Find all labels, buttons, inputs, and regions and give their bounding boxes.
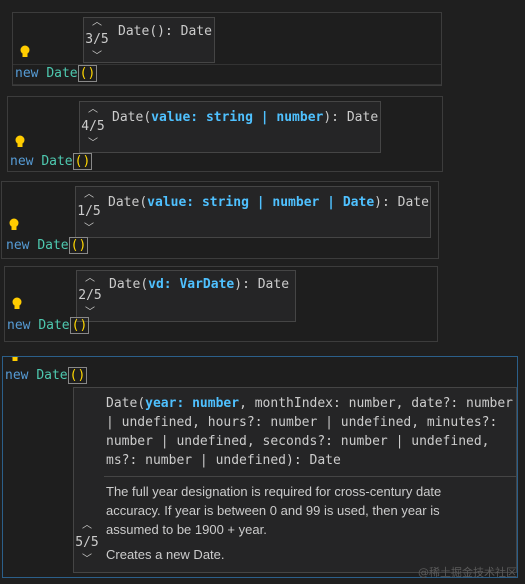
lightbulb-icon[interactable] bbox=[11, 297, 23, 311]
parameter-hints-popup: ︿ 2/5 ﹀ Date(vd: VarDate): Date bbox=[76, 270, 296, 322]
chevron-down-icon[interactable]: ﹀ bbox=[82, 554, 92, 566]
code-line[interactable]: new Date() bbox=[7, 317, 90, 335]
overload-counter: 1/5 bbox=[77, 204, 101, 219]
signature-text: Date(value: string | number): Date bbox=[112, 110, 379, 125]
overload-counter: 4/5 bbox=[81, 119, 105, 134]
overload-counter: 5/5 bbox=[75, 535, 99, 550]
parameter-hints-popup: ︿ 3/5 ﹀ Date(): Date bbox=[83, 17, 215, 63]
signature-text: Date(vd: VarDate): Date bbox=[109, 277, 290, 292]
chevron-down-icon[interactable]: ﹀ bbox=[84, 223, 94, 235]
code-line[interactable]: new Date() bbox=[15, 65, 98, 83]
parameter-hints-popup: ︿ 1/5 ﹀ Date(value: string | number | Da… bbox=[75, 186, 431, 238]
chevron-down-icon[interactable]: ﹀ bbox=[88, 138, 98, 150]
chevron-down-icon[interactable]: ﹀ bbox=[92, 51, 102, 63]
overload-counter: 2/5 bbox=[78, 288, 102, 303]
code-line[interactable]: new Date() bbox=[6, 237, 89, 255]
doc-summary: Creates a new Date. bbox=[106, 547, 225, 562]
documentation-text: The full year designation is required fo… bbox=[106, 482, 486, 564]
editor-panel-overload-1: ︿ 1/5 ﹀ Date(value: string | number | Da… bbox=[1, 181, 439, 259]
parameter-hints-popup: ︿ 5/5 ﹀ Date(year: number, monthIndex: n… bbox=[73, 387, 517, 573]
code-line[interactable]: new Date() bbox=[5, 367, 88, 385]
watermark: @稀土掘金技术社区 bbox=[418, 566, 517, 579]
signature-text: Date(): Date bbox=[118, 24, 212, 39]
code-line[interactable]: new Date() bbox=[10, 153, 93, 171]
signature-text: Date(year: number, monthIndex: number, d… bbox=[106, 396, 514, 468]
doc-param-description: The full year designation is required fo… bbox=[106, 484, 442, 537]
chevron-up-icon[interactable]: ︿ bbox=[84, 189, 94, 201]
editor-panel-overload-3: ︿ 3/5 ﹀ Date(): Date new Date() bbox=[12, 12, 442, 86]
chevron-up-icon[interactable]: ︿ bbox=[82, 520, 92, 532]
parameter-hints-popup: ︿ 4/5 ﹀ Date(value: string | number): Da… bbox=[79, 101, 381, 153]
editor-panel-overload-4: ︿ 4/5 ﹀ Date(value: string | number): Da… bbox=[7, 96, 443, 172]
lightbulb-icon[interactable] bbox=[14, 135, 26, 149]
lightbulb-icon[interactable] bbox=[9, 356, 21, 363]
editor-panel-overload-5: new Date() ︿ 5/5 ﹀ Date(year: number, mo… bbox=[2, 356, 518, 578]
chevron-up-icon[interactable]: ︿ bbox=[88, 104, 98, 116]
signature-text: Date(value: string | number | Date): Dat… bbox=[108, 195, 429, 210]
editor-panel-overload-2: ︿ 2/5 ﹀ Date(vd: VarDate): Date new Date… bbox=[4, 266, 438, 342]
chevron-up-icon[interactable]: ︿ bbox=[92, 17, 102, 29]
overload-counter: 3/5 bbox=[85, 32, 109, 47]
chevron-up-icon[interactable]: ︿ bbox=[85, 273, 95, 285]
lightbulb-icon[interactable] bbox=[19, 45, 31, 59]
lightbulb-icon[interactable] bbox=[8, 218, 20, 232]
